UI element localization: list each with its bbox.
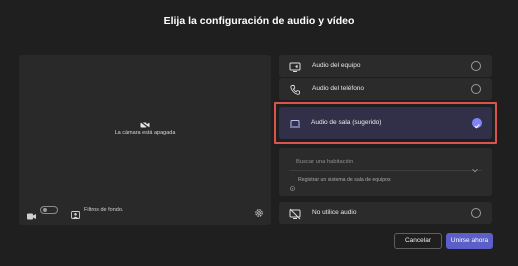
option-no-audio-label: No utilice audio xyxy=(312,209,357,216)
join-now-button[interactable]: Unirse ahora xyxy=(446,233,493,249)
room-search-select[interactable]: Buscar una habitación xyxy=(289,156,482,173)
phone-icon xyxy=(289,83,301,95)
device-settings-gear-icon[interactable] xyxy=(254,205,264,217)
room-search-placeholder: Buscar una habitación xyxy=(296,159,354,165)
computer-monitor-icon xyxy=(289,60,301,72)
room-options-panel: Buscar una habitación Registrar un siste… xyxy=(279,148,492,196)
video-preview: La cámara está apagada Filtros de fondo. xyxy=(19,55,271,225)
dialog-title: Elija la configuración de audio y vídeo xyxy=(163,15,355,27)
camera-off-text: La cámara está apagada xyxy=(114,130,176,136)
register-room-link[interactable]: Registrar un sistema de sala de equipos xyxy=(298,177,391,183)
option-phone-audio[interactable]: Audio del teléfono xyxy=(279,78,492,100)
radio-phone-audio[interactable] xyxy=(471,84,481,94)
radio-no-audio[interactable] xyxy=(471,208,481,218)
camera-off-icon xyxy=(140,116,150,129)
camera-toggle[interactable] xyxy=(40,206,58,214)
background-filters-label[interactable]: Filtros de fondo. xyxy=(84,207,123,213)
option-no-audio[interactable]: No utilice audio xyxy=(279,202,492,224)
chevron-down-icon xyxy=(472,160,478,173)
toggle-knob xyxy=(42,208,47,212)
selection-highlight-box xyxy=(274,102,497,144)
speaker-off-icon xyxy=(289,207,301,220)
option-computer-audio-label: Audio del equipo xyxy=(312,62,361,69)
option-phone-audio-label: Audio del teléfono xyxy=(312,85,365,92)
radio-computer-audio[interactable] xyxy=(471,61,481,71)
background-effects-icon[interactable] xyxy=(71,206,80,219)
camera-icon xyxy=(27,207,36,220)
cancel-button[interactable]: Cancelar xyxy=(394,233,442,249)
info-icon xyxy=(290,178,295,191)
option-computer-audio[interactable]: Audio del equipo xyxy=(279,55,492,77)
